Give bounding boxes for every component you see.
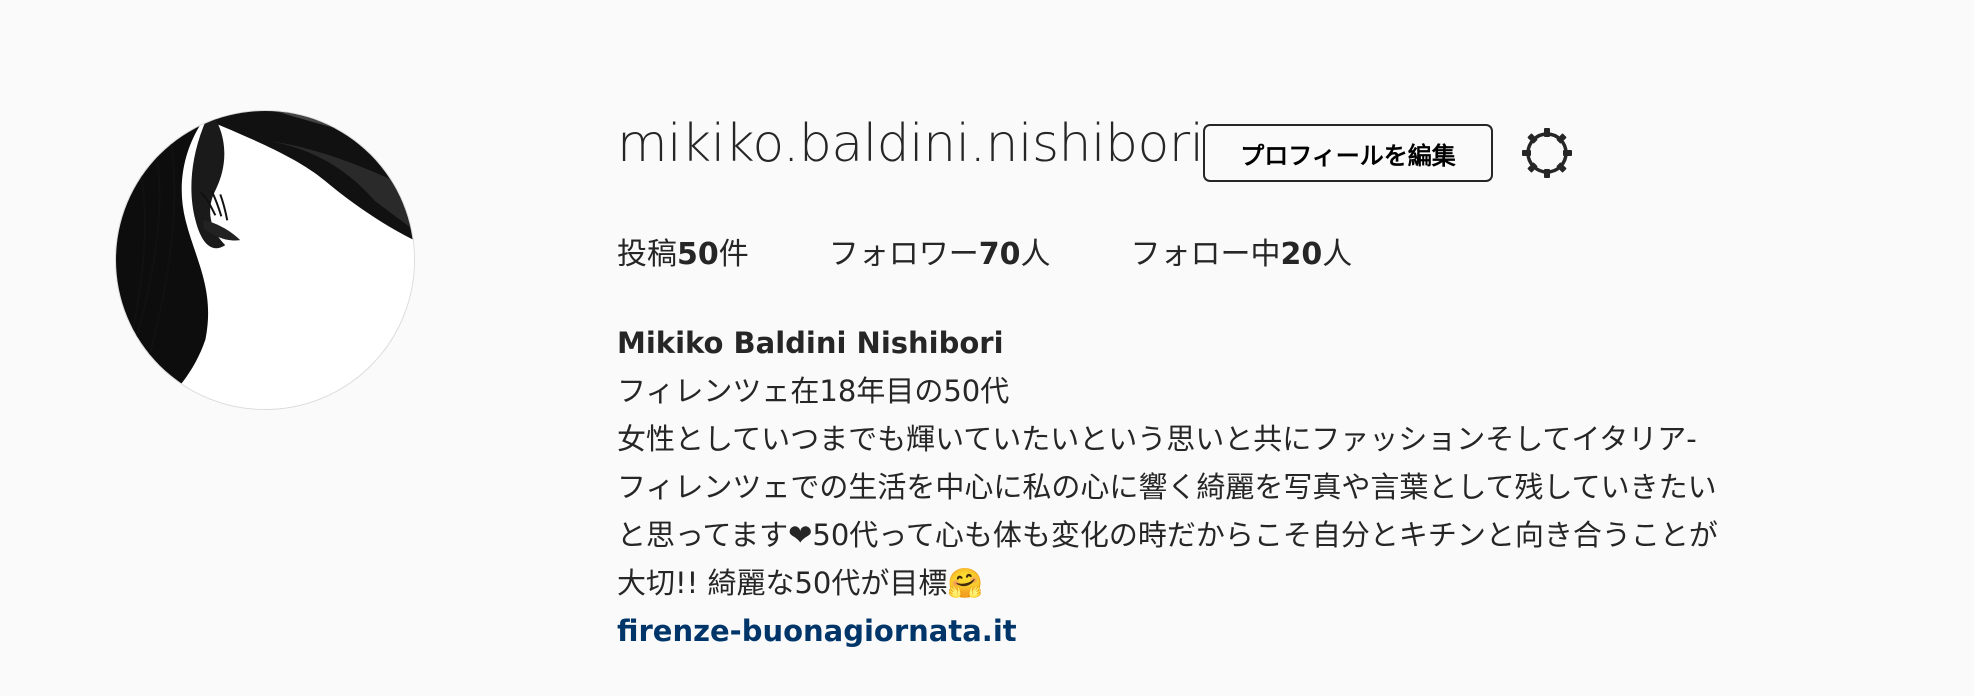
posts-unit: 件 — [718, 237, 749, 272]
posts-label: 投稿 — [617, 237, 677, 272]
profile-full-name: Mikiko Baldini Nishibori — [617, 326, 1004, 360]
followers-stat[interactable]: フォロワー70人 — [829, 236, 1051, 274]
bio-line: 女性としていつまでも輝いていたいという思いと共にファッションそしてイタリア- — [617, 422, 1697, 456]
edit-profile-button[interactable]: プロフィールを編集 — [1203, 124, 1493, 182]
gear-icon[interactable] — [1520, 126, 1574, 180]
bio-line: フィレンツェでの生活を中心に私の心に響く綺麗を写真や言葉として残していきたい — [617, 470, 1717, 504]
bio-line: フィレンツェ在18年目の50代 — [617, 374, 1010, 408]
profile-stats: 投稿50件 フォロワー70人 フォロー中20人 — [617, 236, 1432, 274]
avatar-photo — [116, 111, 414, 409]
posts-stat: 投稿50件 — [617, 236, 749, 274]
followers-count: 70 — [978, 237, 1021, 272]
website-link[interactable]: firenze-buonagiornata.it — [617, 607, 1837, 655]
following-unit: 人 — [1322, 237, 1353, 272]
posts-count: 50 — [677, 237, 719, 272]
followers-label: フォロワー — [828, 237, 979, 272]
profile-avatar[interactable] — [115, 110, 415, 410]
profile-username: mikiko.baldini.nishibori — [617, 114, 1204, 174]
following-stat[interactable]: フォロー中20人 — [1131, 236, 1353, 274]
profile-bio: Mikiko Baldini Nishibori フィレンツェ在18年目の50代… — [617, 319, 1837, 655]
following-label: フォロー中 — [1130, 237, 1281, 272]
bio-line: 大切!! 綺麗な50代が目標🤗 — [617, 566, 984, 600]
followers-unit: 人 — [1020, 237, 1051, 272]
bio-line: と思ってます❤50代って心も体も変化の時だからこそ自分とキチンと向き合うことが — [617, 518, 1718, 552]
following-count: 20 — [1280, 237, 1323, 272]
